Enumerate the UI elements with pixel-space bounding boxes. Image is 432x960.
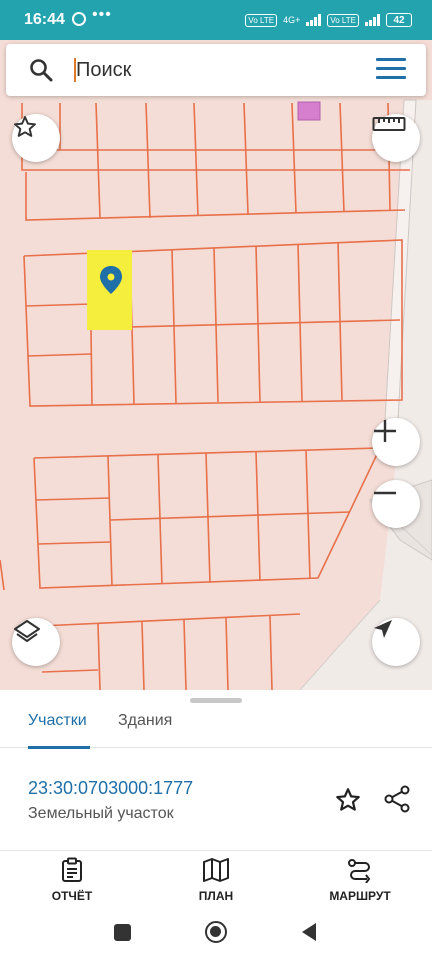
status-bar: 16:44 ••• Vo LTE 4G+ Vo LTE 42 (0, 0, 432, 40)
back-button[interactable] (300, 922, 318, 942)
search-input[interactable] (66, 52, 356, 88)
zoom-in-button[interactable] (372, 418, 420, 466)
volte-badge-2: Vo LTE (327, 13, 359, 27)
road-area (300, 100, 432, 690)
recent-apps-button[interactable] (114, 924, 131, 941)
minus-icon (374, 491, 396, 495)
nav-plan-label: ПЛАН (198, 889, 234, 903)
battery-icon: 42 (386, 13, 412, 27)
nav-route[interactable]: МАРШРУТ (310, 857, 410, 907)
route-icon (348, 859, 371, 883)
active-tab-indicator (28, 746, 90, 749)
menu-icon (376, 58, 406, 61)
status-icons: Vo LTE 4G+ Vo LTE 42 (245, 11, 412, 29)
home-dot (210, 926, 221, 937)
star-outline-icon (14, 116, 36, 137)
search-icon[interactable] (28, 57, 54, 83)
ruler-button[interactable] (372, 114, 420, 162)
system-navigation-bar (0, 908, 432, 960)
status-time: 16:44 (24, 11, 65, 28)
object-type: Земельный участок (28, 805, 174, 822)
favorites-button[interactable] (12, 114, 60, 162)
sheet-tabs: Участки Здания (0, 704, 432, 749)
star-outline-icon[interactable] (334, 786, 362, 814)
network-type: 4G+ (283, 14, 301, 25)
parcel-lines (0, 102, 410, 690)
more-notifications-icon: ••• (92, 6, 112, 23)
text-cursor (74, 58, 76, 82)
bottom-navigation: ОТЧЁТ ПЛАН МАРШРУТ (0, 850, 432, 908)
my-location-button[interactable] (372, 618, 420, 666)
cadastral-map[interactable] (0, 40, 432, 690)
parcel-info-sheet: Участки Здания 23:30:0703000:1777 Земель… (0, 690, 432, 850)
building-marker (297, 101, 321, 121)
zoom-out-button[interactable] (372, 480, 420, 528)
plus-icon (374, 420, 396, 442)
share-icon[interactable] (382, 784, 412, 814)
volte-badge: Vo LTE (245, 13, 278, 27)
nav-plan[interactable]: ПЛАН (166, 857, 266, 907)
menu-button[interactable] (376, 58, 406, 82)
ruler-icon (372, 117, 406, 131)
search-bar (6, 44, 426, 96)
nav-route-label: МАРШРУТ (329, 889, 391, 903)
signal-icon (306, 14, 322, 26)
clipboard-icon (62, 857, 82, 882)
home-button[interactable] (205, 921, 227, 943)
map-canvas (0, 99, 432, 690)
signal-icon-2 (365, 14, 380, 26)
nav-report[interactable]: ОТЧЁТ (22, 857, 122, 907)
map-icon (203, 858, 229, 882)
cadastral-number[interactable]: 23:30:0703000:1777 (28, 778, 193, 799)
tab-parcels[interactable]: Участки (28, 712, 87, 748)
tab-buildings[interactable]: Здания (118, 712, 172, 748)
nav-report-label: ОТЧЁТ (51, 889, 93, 903)
sheet-drag-handle[interactable] (190, 698, 242, 703)
layers-icon (14, 620, 40, 642)
layers-button[interactable] (12, 618, 60, 666)
whatsapp-icon (72, 12, 86, 26)
navigation-arrow-icon (374, 620, 392, 638)
